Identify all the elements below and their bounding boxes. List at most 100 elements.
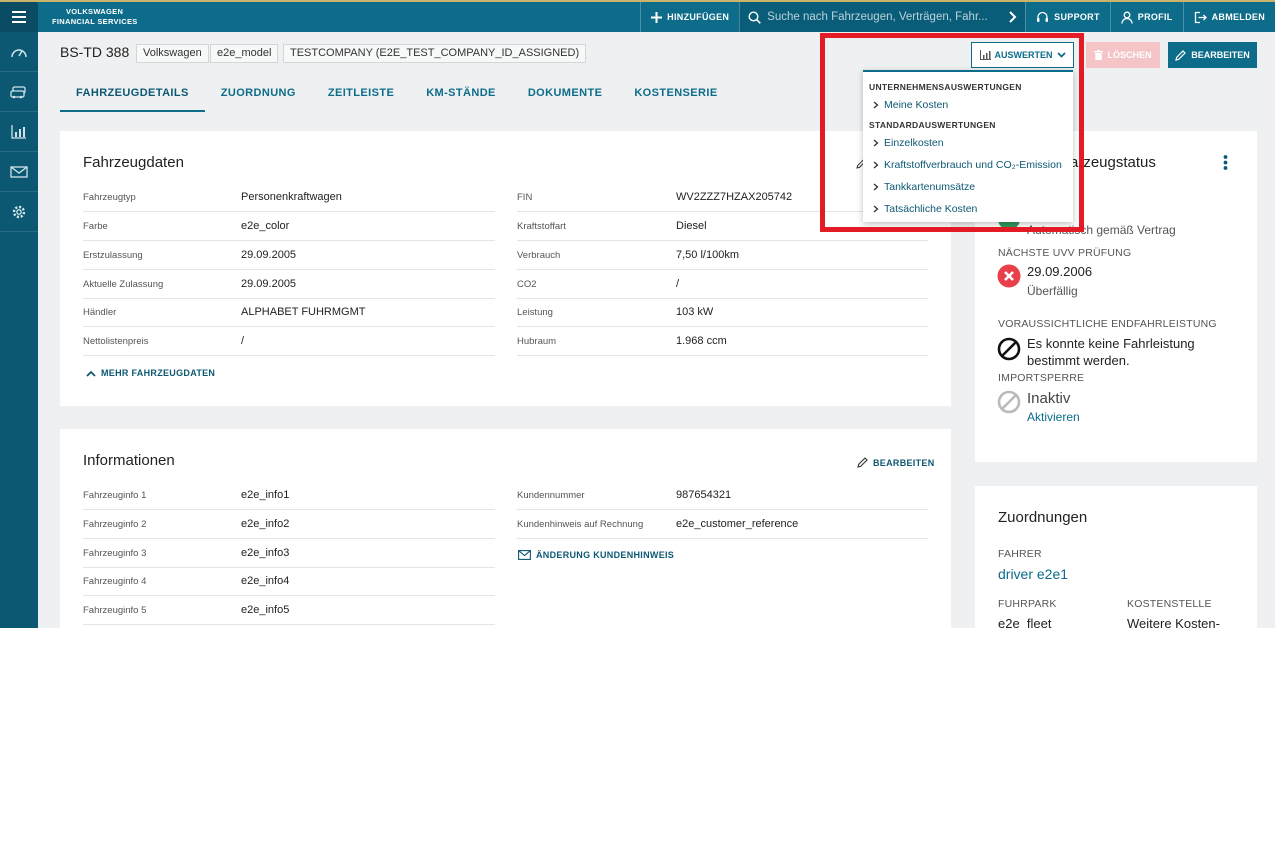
tab-km-staende[interactable]: KM-STÄNDE xyxy=(410,80,512,112)
brand-line-2: FINANCIAL SERVICES xyxy=(52,17,138,26)
top-actions: HINZUFÜGEN SUPPORT PROFIL ABMELDEN xyxy=(640,2,1275,32)
disabled-icon xyxy=(997,390,1021,414)
field-label: Erstzulassung xyxy=(83,249,143,261)
more-vertical-icon[interactable] xyxy=(1223,155,1228,170)
sidebar-item-messages[interactable] xyxy=(0,152,38,192)
table-row: Hubraum 1.968 ccm xyxy=(517,327,928,356)
edit-label: BEARBEITEN xyxy=(1191,50,1250,60)
add-button[interactable]: HINZUFÜGEN xyxy=(640,2,739,32)
uvv-state: Überfällig xyxy=(1027,284,1078,298)
evaluate-button[interactable]: AUSWERTEN xyxy=(971,42,1074,68)
menu-button[interactable] xyxy=(0,2,38,32)
field-value: Diesel xyxy=(676,220,707,232)
cost-center-value: Weitere Kosten- xyxy=(1127,616,1220,628)
sidebar-item-vehicles[interactable] xyxy=(0,72,38,112)
bar-chart-icon xyxy=(11,124,26,139)
evaluate-dropdown-menu: UNTERNEHMENSAUSWERTUNGEN Meine Kosten ST… xyxy=(863,70,1073,222)
table-row: Erstzulassung 29.09.2005 xyxy=(83,241,495,270)
table-row: Fahrzeuginfo 2 e2e_info2 xyxy=(83,510,495,539)
support-button[interactable]: SUPPORT xyxy=(1025,2,1110,32)
menu-item-tatsaechliche-kosten[interactable]: Tatsächliche Kosten xyxy=(873,203,977,215)
table-row: Verbrauch 7,50 l/100km xyxy=(517,241,928,270)
profile-button[interactable]: PROFIL xyxy=(1109,2,1183,32)
field-value: e2e_customer_reference xyxy=(676,518,799,530)
field-value: 29.09.2005 xyxy=(241,249,297,261)
field-label: Händler xyxy=(83,306,117,318)
search-icon xyxy=(748,10,762,24)
end-mileage-line-2: bestimmt werden. xyxy=(1027,353,1130,368)
menu-item-einzelkosten[interactable]: Einzelkosten xyxy=(873,137,944,149)
delete-label: LÖSCHEN xyxy=(1107,50,1152,60)
field-label: Fahrzeugtyp xyxy=(83,191,136,203)
logout-button[interactable]: ABMELDEN xyxy=(1182,2,1275,32)
field-label: Kundennummer xyxy=(517,489,585,501)
tag-company: TESTCOMPANY (E2E_TEST_COMPANY_ID_ASSIGNE… xyxy=(283,44,587,63)
envelope-icon xyxy=(10,165,28,178)
field-label: Farbe xyxy=(83,220,108,232)
table-row: Fahrzeuginfo 5 e2e_info5 xyxy=(83,596,495,625)
menu-item-meine-kosten[interactable]: Meine Kosten xyxy=(873,99,948,111)
assignments-card: Zuordnungen FAHRER driver e2e1 FUHRPARK … xyxy=(975,486,1257,628)
table-row: Kundennummer 987654321 xyxy=(517,481,928,510)
chevron-right-icon xyxy=(873,183,879,191)
search-input[interactable] xyxy=(767,11,1003,23)
activate-import-lock-link[interactable]: Aktivieren xyxy=(1027,410,1080,424)
chevron-right-icon[interactable] xyxy=(1008,11,1017,23)
delete-button[interactable]: LÖSCHEN xyxy=(1086,42,1160,68)
information-edit-button[interactable]: BEARBEITEN xyxy=(857,457,935,468)
brand-line-1: VOLKSWAGEN xyxy=(66,7,124,16)
menu-item-label: Kraftstoffverbrauch und CO₂-Emission xyxy=(884,159,1062,171)
table-row: Händler ALPHABET FUHRMGMT xyxy=(83,298,495,327)
menu-item-kraftstoffverbrauch[interactable]: Kraftstoffverbrauch und CO₂-Emission xyxy=(873,159,1062,171)
tab-fahrzeugdetails[interactable]: FAHRZEUGDETAILS xyxy=(60,80,205,112)
fleet-value: e2e_fleet xyxy=(998,616,1052,628)
envelope-icon xyxy=(518,550,531,560)
bar-chart-icon xyxy=(979,50,991,60)
field-value: e2e_info5 xyxy=(241,604,290,616)
tab-dokumente[interactable]: DOKUMENTE xyxy=(512,80,619,112)
support-label: SUPPORT xyxy=(1054,12,1100,22)
field-label: Leistung xyxy=(517,306,553,318)
table-row: CO2 / xyxy=(517,270,928,299)
field-value: 7,50 l/100km xyxy=(676,249,739,261)
field-label: CO2 xyxy=(517,278,537,290)
field-label: Kundenhinweis auf Rechnung xyxy=(517,518,644,530)
menu-item-label: Einzelkosten xyxy=(884,137,944,149)
field-label: Nettolistenpreis xyxy=(83,335,149,347)
information-edit-label: BEARBEITEN xyxy=(873,457,935,468)
tab-zuordnung[interactable]: ZUORDNUNG xyxy=(205,80,312,112)
field-label: Verbrauch xyxy=(517,249,561,261)
top-bar: VOLKSWAGEN FINANCIAL SERVICES HINZUFÜGEN… xyxy=(0,0,1275,32)
table-row: Kundenhinweis auf Rechnung e2e_customer_r… xyxy=(517,510,928,539)
uvv-label: NÄCHSTE UVV PRÜFUNG xyxy=(998,247,1132,259)
field-label: Fahrzeuginfo 1 xyxy=(83,489,147,501)
change-customer-note-label: ÄNDERUNG KUNDENHINWEIS xyxy=(536,550,675,560)
sidebar xyxy=(0,32,38,628)
field-label: Fahrzeuginfo 3 xyxy=(83,547,147,559)
uvv-date: 29.09.2006 xyxy=(1027,264,1093,279)
chevron-down-icon xyxy=(1056,52,1066,58)
driver-label: FAHRER xyxy=(998,548,1042,560)
tab-zeitleiste[interactable]: ZEITLEISTE xyxy=(312,80,410,112)
assignments-title: Zuordnungen xyxy=(998,509,1088,526)
field-label: Fahrzeuginfo 5 xyxy=(83,604,147,616)
field-value: Personenkraftwagen xyxy=(241,191,342,203)
menu-item-tankkartenumsaetze[interactable]: Tankkartenumsätze xyxy=(873,181,975,193)
fleet-label: FUHRPARK xyxy=(998,598,1057,610)
evaluate-label: AUSWERTEN xyxy=(994,50,1053,60)
table-row: Nettolistenpreis / xyxy=(83,327,495,356)
driver-link[interactable]: driver e2e1 xyxy=(998,566,1068,582)
brand-logo[interactable]: VOLKSWAGEN FINANCIAL SERVICES xyxy=(52,7,162,27)
chevron-right-icon xyxy=(873,161,879,169)
sidebar-item-settings[interactable] xyxy=(0,192,38,232)
tab-kostenserie[interactable]: KOSTENSERIE xyxy=(618,80,733,112)
more-vehicle-data-link[interactable]: MEHR FAHRZEUGDATEN xyxy=(86,368,215,378)
sidebar-item-dashboard[interactable] xyxy=(0,32,38,72)
vehicle-data-title: Fahrzeugdaten xyxy=(83,154,184,171)
change-customer-note-link[interactable]: ÄNDERUNG KUNDENHINWEIS xyxy=(518,550,674,560)
chevron-right-icon xyxy=(873,205,879,213)
add-label: HINZUFÜGEN xyxy=(667,12,730,22)
information-title: Informationen xyxy=(83,452,175,469)
edit-button[interactable]: BEARBEITEN xyxy=(1168,42,1257,68)
sidebar-item-reports[interactable] xyxy=(0,112,38,152)
